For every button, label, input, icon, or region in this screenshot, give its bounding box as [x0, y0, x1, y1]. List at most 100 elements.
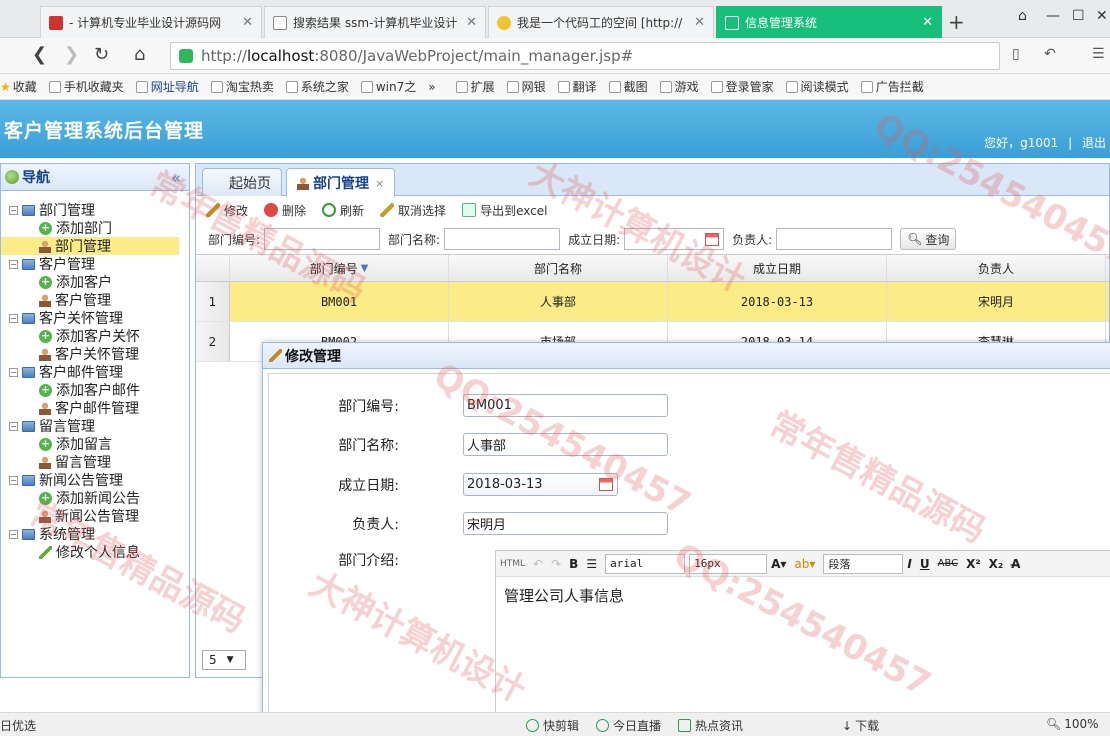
- font-color-button[interactable]: A▾: [771, 557, 786, 571]
- html-source-button[interactable]: HTML: [500, 559, 525, 569]
- highlight-button[interactable]: ab▾: [794, 557, 815, 571]
- close-tab-icon[interactable]: ✕: [694, 15, 705, 30]
- nav-item-add-customer[interactable]: + 添加客户: [1, 273, 189, 291]
- collapse-toggle-icon[interactable]: −: [9, 421, 18, 431]
- nav-item-customer-manage[interactable]: 客户管理: [1, 291, 189, 309]
- export-excel-button[interactable]: 导出到excel: [462, 202, 547, 219]
- browser-tab[interactable]: 搜索结果 ssm-计算机毕业设计 ✕: [264, 6, 486, 38]
- nav-group-mail[interactable]: − 客户邮件管理: [1, 363, 189, 381]
- underline-button[interactable]: U: [920, 557, 930, 571]
- bold-button[interactable]: B: [569, 557, 578, 571]
- calendar-icon[interactable]: [599, 478, 613, 491]
- reload-icon[interactable]: ↻: [94, 44, 109, 65]
- bookmark-item[interactable]: 翻译: [557, 78, 597, 95]
- forward-icon[interactable]: ❯: [64, 44, 79, 65]
- nav-item-edit-profile[interactable]: 修改个人信息: [1, 543, 189, 561]
- redo-icon[interactable]: ↷: [551, 557, 561, 571]
- bookmark-item[interactable]: 网银: [506, 78, 546, 95]
- menu-icon[interactable]: ☰: [1092, 46, 1105, 62]
- bookmark-item[interactable]: 网址导航: [135, 78, 199, 95]
- zoom-level[interactable]: 🔍︎ 100%: [1046, 717, 1099, 731]
- bookmark-item[interactable]: 登录管家: [710, 78, 774, 95]
- leader-field[interactable]: 宋明月: [463, 512, 668, 535]
- close-tab-icon[interactable]: ✕: [466, 15, 477, 30]
- nav-item-add-care[interactable]: + 添加客户关怀: [1, 327, 189, 345]
- bookmark-item[interactable]: 淘宝热卖: [210, 78, 274, 95]
- superscript-button[interactable]: X²: [966, 557, 981, 571]
- collapse-icon[interactable]: «: [171, 169, 181, 187]
- nav-group-system[interactable]: − 系统管理: [1, 525, 189, 543]
- collapse-toggle-icon[interactable]: −: [9, 367, 18, 377]
- delete-button[interactable]: 删除: [264, 202, 306, 219]
- calendar-icon[interactable]: [705, 233, 720, 246]
- nav-item-mail-manage[interactable]: 客户邮件管理: [1, 399, 189, 417]
- col-leader[interactable]: 负责人: [887, 255, 1106, 281]
- clear-format-button[interactable]: A̶: [1011, 557, 1020, 571]
- nav-item-care-manage[interactable]: 客户关怀管理: [1, 345, 189, 363]
- collapse-toggle-icon[interactable]: −: [9, 529, 18, 539]
- font-size-select[interactable]: 16px: [689, 553, 768, 574]
- collapse-toggle-icon[interactable]: −: [9, 313, 18, 323]
- dept-code-field[interactable]: BM001: [463, 394, 668, 417]
- date-search-input[interactable]: [624, 228, 725, 250]
- nav-item-add-news[interactable]: + 添加新闻公告: [1, 489, 189, 507]
- home-icon[interactable]: ⌂: [134, 44, 145, 65]
- table-row[interactable]: 1 BM001 人事部 2018-03-13 宋明月: [196, 282, 1109, 322]
- more-bookmarks-icon[interactable]: »: [428, 80, 435, 94]
- close-tab-icon[interactable]: ×: [375, 177, 384, 190]
- collapse-toggle-icon[interactable]: −: [9, 259, 18, 269]
- bookmark-item[interactable]: 广告拦截: [860, 78, 924, 95]
- bookmark-item[interactable]: 截图: [608, 78, 648, 95]
- bookmark-item[interactable]: 扩展: [455, 78, 495, 95]
- collapse-toggle-icon[interactable]: −: [9, 475, 18, 485]
- browser-tab[interactable]: 我是一个代码工的空间 [http:// ✕: [488, 6, 714, 38]
- bookmark-item[interactable]: ★ 收藏: [0, 78, 37, 95]
- bookmark-item[interactable]: 阅读模式: [785, 78, 849, 95]
- subscript-button[interactable]: X₂: [989, 557, 1004, 571]
- nav-group-news[interactable]: − 新闻公告管理: [1, 471, 189, 489]
- status-item[interactable]: ↓ 下载: [842, 717, 879, 734]
- nav-item-add-mail[interactable]: + 添加客户邮件: [1, 381, 189, 399]
- close-tab-icon[interactable]: ✕: [242, 15, 253, 30]
- bookmark-item[interactable]: 手机收藏夹: [48, 78, 124, 95]
- nav-item-add-message[interactable]: + 添加留言: [1, 435, 189, 453]
- dept-name-field[interactable]: 人事部: [463, 433, 668, 456]
- undo-icon[interactable]: ↶: [533, 557, 543, 571]
- nav-item-news-manage[interactable]: 新闻公告管理: [1, 507, 189, 525]
- editor-content[interactable]: 管理公司人事信息: [496, 577, 1110, 614]
- date-field[interactable]: 2018-03-13: [463, 473, 618, 496]
- back-icon[interactable]: ❮: [32, 44, 47, 65]
- tab-home[interactable]: 起始页: [202, 168, 282, 196]
- minimize-icon[interactable]: —: [1046, 8, 1060, 24]
- status-left-text[interactable]: 日优选: [0, 717, 36, 734]
- browser-tab-active[interactable]: 信息管理系统 ✕: [716, 6, 942, 38]
- new-tab-icon[interactable]: +: [948, 10, 965, 34]
- edit-button[interactable]: 修改: [206, 202, 248, 219]
- undo-icon[interactable]: ↶: [1044, 46, 1056, 62]
- strikethrough-button[interactable]: ABC: [938, 558, 959, 569]
- dept-name-search-input[interactable]: [444, 228, 561, 250]
- status-item[interactable]: 热点资讯: [678, 717, 743, 734]
- font-family-select[interactable]: arial: [605, 553, 686, 574]
- paragraph-select[interactable]: 段落: [823, 553, 904, 574]
- nav-group-message[interactable]: − 留言管理: [1, 417, 189, 435]
- col-date[interactable]: 成立日期: [668, 255, 887, 281]
- nav-group-care[interactable]: − 客户关怀管理: [1, 309, 189, 327]
- query-button[interactable]: 🔍︎ 查询: [900, 228, 957, 250]
- bookmark-item[interactable]: win7之: [360, 78, 416, 95]
- maximize-icon[interactable]: ☐: [1072, 8, 1085, 24]
- format-icon[interactable]: ☰: [586, 557, 597, 571]
- close-tab-icon[interactable]: ✕: [922, 15, 933, 30]
- bookmark-item[interactable]: 游戏: [659, 78, 699, 95]
- close-window-icon[interactable]: ✕: [1096, 8, 1108, 24]
- nav-group-customer[interactable]: − 客户管理: [1, 255, 189, 273]
- nav-item-message-manage[interactable]: 留言管理: [1, 453, 189, 471]
- leader-search-input[interactable]: [776, 228, 893, 250]
- mobile-icon[interactable]: ▯: [1012, 46, 1020, 62]
- nav-group-dept[interactable]: − 部门管理: [1, 201, 189, 219]
- url-field[interactable]: http://localhost:8080/JavaWebProject/mai…: [170, 42, 1000, 70]
- refresh-button[interactable]: 刷新: [322, 202, 364, 219]
- status-item[interactable]: 快剪辑: [526, 717, 579, 734]
- col-dept-code[interactable]: 部门编号 ▼: [230, 255, 449, 281]
- bookmark-item[interactable]: 系统之家: [285, 78, 349, 95]
